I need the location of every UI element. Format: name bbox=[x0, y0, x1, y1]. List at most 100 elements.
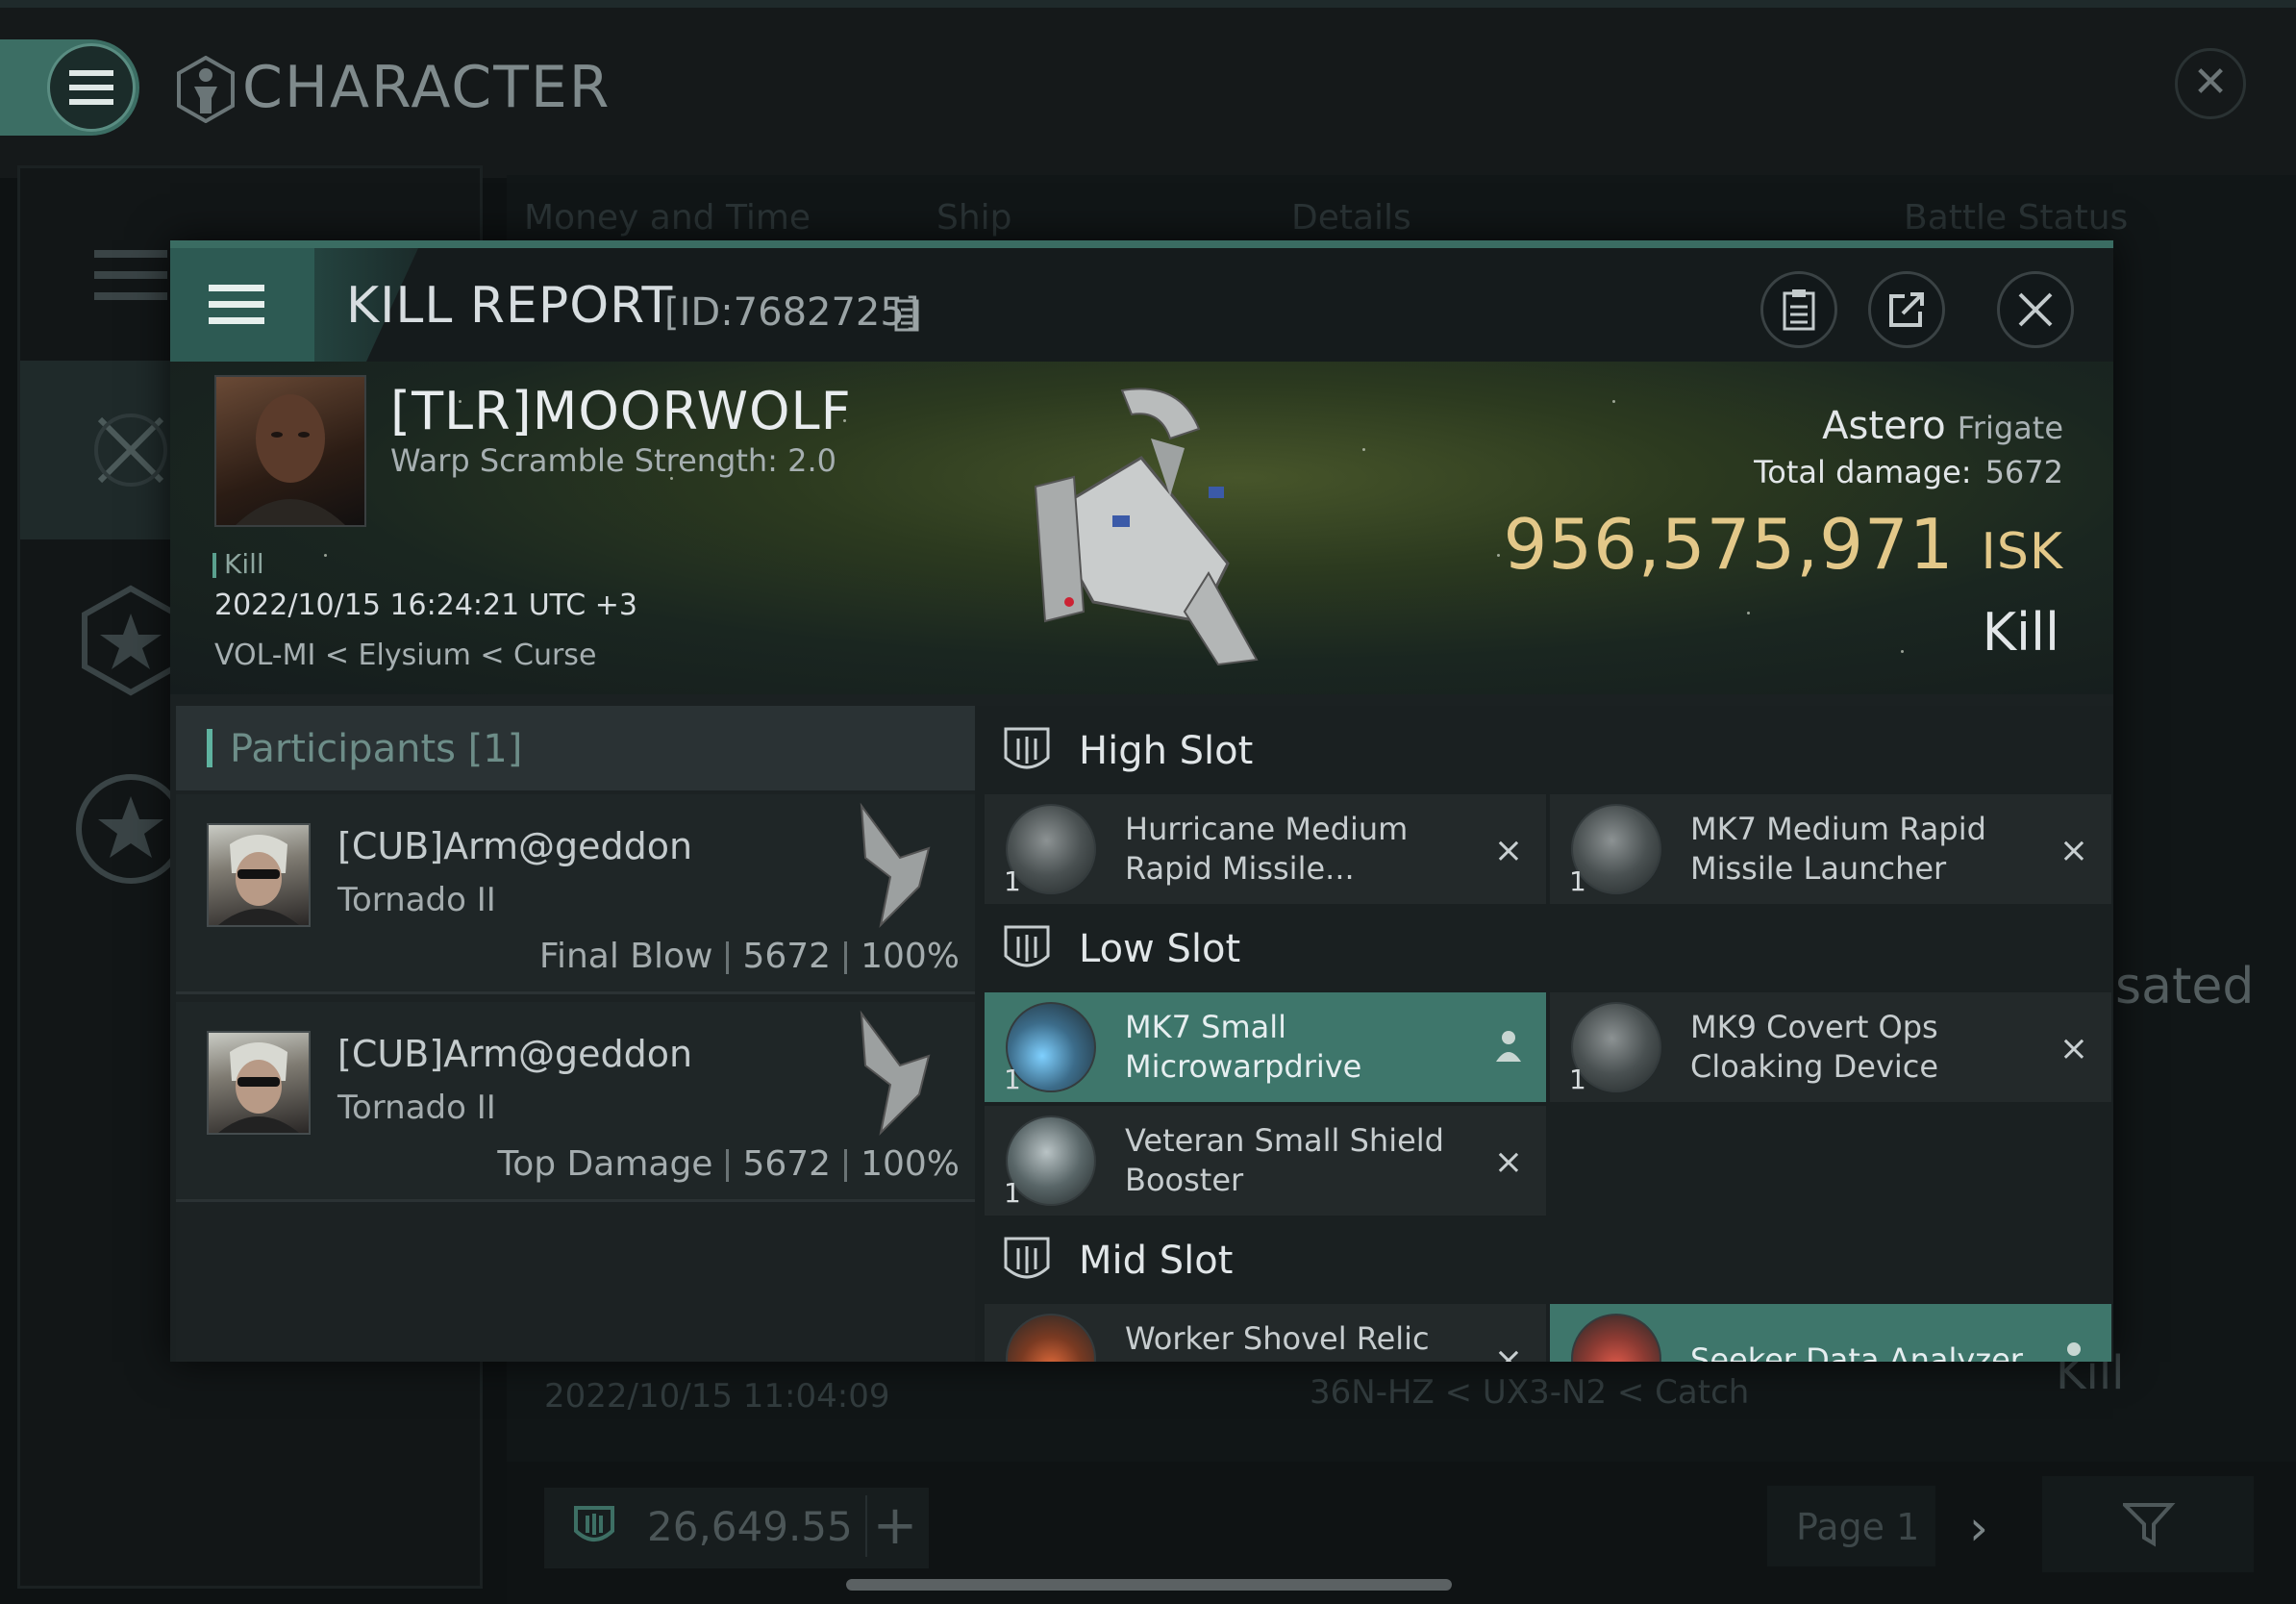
module-name: Worker Shovel Relic bbox=[1125, 1320, 1430, 1357]
page-label: Page 1 bbox=[1796, 1506, 1920, 1548]
participant-ship-icon bbox=[842, 800, 948, 935]
participant-stats: Final Blow 5672 100% bbox=[539, 937, 960, 976]
kill-report-modal: KILL REPORT [ID:7682725] [TLR]MOORWOLF W… bbox=[170, 240, 2113, 1362]
slot-label: Mid Slot bbox=[1079, 1239, 1234, 1283]
column-header: Battle Status bbox=[1904, 198, 2129, 238]
module-item-dropped[interactable]: 1 MK7 Small Microwarpdrive bbox=[985, 992, 1546, 1102]
next-page-icon[interactable]: › bbox=[1969, 1500, 1988, 1556]
participant-ship: Tornado II bbox=[337, 1089, 496, 1127]
slot-label: Low Slot bbox=[1079, 927, 1241, 971]
close-icon bbox=[2016, 290, 2055, 329]
module-item[interactable]: Worker Shovel Relic × bbox=[985, 1304, 1546, 1362]
column-header: Ship bbox=[936, 198, 1012, 238]
kill-datetime: 2022/10/15 16:24:21 UTC +3 bbox=[214, 589, 637, 622]
isk-value: 956,575,971 ISK bbox=[1503, 504, 2063, 585]
kill-location[interactable]: VOL-MI < Elysium < Curse bbox=[214, 639, 596, 672]
participants-title: Participants [1] bbox=[230, 727, 523, 771]
module-qty: 1 bbox=[1569, 1064, 1586, 1095]
ship-type: Astero bbox=[1822, 404, 1946, 448]
participant-ship-icon bbox=[842, 1008, 948, 1142]
participant-name: [CUB]Arm@geddon bbox=[337, 1033, 693, 1075]
clipboard-icon bbox=[1782, 288, 1816, 332]
module-name: Seeker Data Analyzer bbox=[1690, 1341, 2023, 1362]
module-item[interactable]: 1 Veteran Small Shield Booster × bbox=[985, 1106, 1546, 1216]
module-name: MK9 Covert Ops Cloaking Device bbox=[1690, 1009, 1939, 1085]
module-item[interactable]: 1 MK7 Medium Rapid Missile Launcher × bbox=[1550, 794, 2111, 904]
scrollbar[interactable] bbox=[846, 1579, 1452, 1591]
pilot-portrait[interactable] bbox=[214, 375, 366, 527]
add-funds-button[interactable]: + bbox=[865, 1495, 923, 1557]
filter-icon bbox=[2123, 1501, 2177, 1549]
participant-name: [CUB]Arm@geddon bbox=[337, 825, 693, 867]
participant-stats: Top Damage 5672 100% bbox=[497, 1144, 960, 1184]
destroyed-icon: × bbox=[1493, 1142, 1523, 1182]
kill-result: Kill bbox=[1982, 602, 2059, 663]
total-damage: Total damage: 5672 bbox=[1754, 454, 2063, 490]
modal-title: KILL REPORT bbox=[346, 277, 674, 335]
share-icon bbox=[1885, 288, 1928, 331]
wallet-icon bbox=[570, 1502, 618, 1550]
column-header: Money and Time bbox=[524, 198, 811, 238]
destroyed-icon: × bbox=[2059, 1029, 2088, 1068]
data-analyzer-icon bbox=[1571, 1314, 1661, 1362]
participants-header: Participants [1] bbox=[176, 706, 975, 790]
module-name: Hurricane Medium Rapid Missile... bbox=[1125, 811, 1409, 887]
page-title: CHARACTER bbox=[242, 54, 611, 121]
participant-row[interactable]: [CUB]Arm@geddon Tornado II Top Damage 567… bbox=[176, 1002, 975, 1202]
destroyed-icon: × bbox=[1493, 831, 1523, 870]
participant-percent: 100% bbox=[861, 937, 960, 976]
report-id: [ID:7682725] bbox=[664, 290, 920, 335]
participant-role: Top Damage bbox=[497, 1144, 713, 1184]
modal-menu-button[interactable] bbox=[170, 248, 314, 362]
background-row-location: 36N-HZ < UX3-N2 < Catch bbox=[1310, 1373, 1750, 1412]
clipboard-button[interactable] bbox=[1760, 271, 1837, 348]
kill-summary: [TLR]MOORWOLF Warp Scramble Strength: 2.… bbox=[170, 362, 2113, 694]
filter-button[interactable] bbox=[2042, 1476, 2254, 1572]
mid-slot-header: Mid Slot bbox=[975, 1216, 2113, 1302]
hamburger-icon bbox=[47, 43, 136, 132]
isk-amount: 956,575,971 bbox=[1503, 504, 1955, 585]
module-qty: 1 bbox=[1569, 865, 1586, 897]
copy-icon[interactable] bbox=[893, 298, 920, 333]
module-item-dropped[interactable]: Seeker Data Analyzer bbox=[1550, 1304, 2111, 1362]
participant-damage: 5672 bbox=[742, 937, 832, 976]
participant-ship: Tornado II bbox=[337, 881, 496, 919]
slot-label: High Slot bbox=[1079, 729, 1254, 773]
participant-row[interactable]: [CUB]Arm@geddon Tornado II Final Blow 567… bbox=[176, 794, 975, 994]
background-text: sated bbox=[2115, 958, 2255, 1015]
column-header: Details bbox=[1291, 198, 1411, 238]
high-slot-header: High Slot bbox=[975, 706, 2113, 792]
module-name: MK7 Medium Rapid Missile Launcher bbox=[1690, 811, 1986, 887]
wallet-balance: 26,649.55 bbox=[647, 1503, 853, 1550]
module-name: Veteran Small Shield Booster bbox=[1125, 1122, 1444, 1198]
participant-avatar[interactable] bbox=[207, 1031, 311, 1135]
slot-icon bbox=[1002, 923, 1052, 977]
participant-role: Final Blow bbox=[538, 937, 713, 976]
low-slot-header: Low Slot bbox=[975, 904, 2113, 990]
close-icon[interactable]: ✕ bbox=[2175, 48, 2246, 119]
main-menu-button[interactable] bbox=[0, 39, 139, 136]
ship-class: Frigate bbox=[1957, 410, 2063, 446]
slot-icon bbox=[1002, 725, 1052, 779]
destroyed-icon: × bbox=[2059, 831, 2088, 870]
total-damage-label: Total damage: bbox=[1754, 454, 1972, 490]
warp-scramble-strength: Warp Scramble Strength: 2.0 bbox=[390, 442, 837, 479]
module-item[interactable]: 1 MK9 Covert Ops Cloaking Device × bbox=[1550, 992, 2111, 1102]
hamburger-icon bbox=[209, 283, 264, 327]
ship-image bbox=[978, 371, 1285, 689]
nav-item-active[interactable] bbox=[20, 361, 174, 539]
person-icon bbox=[2059, 1341, 2088, 1362]
close-button[interactable] bbox=[1997, 271, 2074, 348]
fitting-panel: High Slot 1 Hurricane Medium Rapid Missi… bbox=[975, 706, 2113, 1362]
participant-avatar[interactable] bbox=[207, 823, 311, 927]
participant-percent: 100% bbox=[861, 1144, 960, 1184]
module-item[interactable]: 1 Hurricane Medium Rapid Missile... × bbox=[985, 794, 1546, 904]
module-qty: 1 bbox=[1004, 1177, 1021, 1209]
pilot-name[interactable]: [TLR]MOORWOLF bbox=[390, 381, 852, 441]
ship-name[interactable]: Astero Frigate bbox=[1822, 404, 2063, 448]
destroyed-icon: × bbox=[1493, 1341, 1523, 1362]
participant-damage: 5672 bbox=[742, 1144, 832, 1184]
participants-panel: Participants [1] [CUB]Arm@geddon Tornado… bbox=[176, 706, 975, 1362]
share-button[interactable] bbox=[1868, 271, 1945, 348]
background-row-date: 2022/10/15 11:04:09 bbox=[544, 1377, 890, 1416]
